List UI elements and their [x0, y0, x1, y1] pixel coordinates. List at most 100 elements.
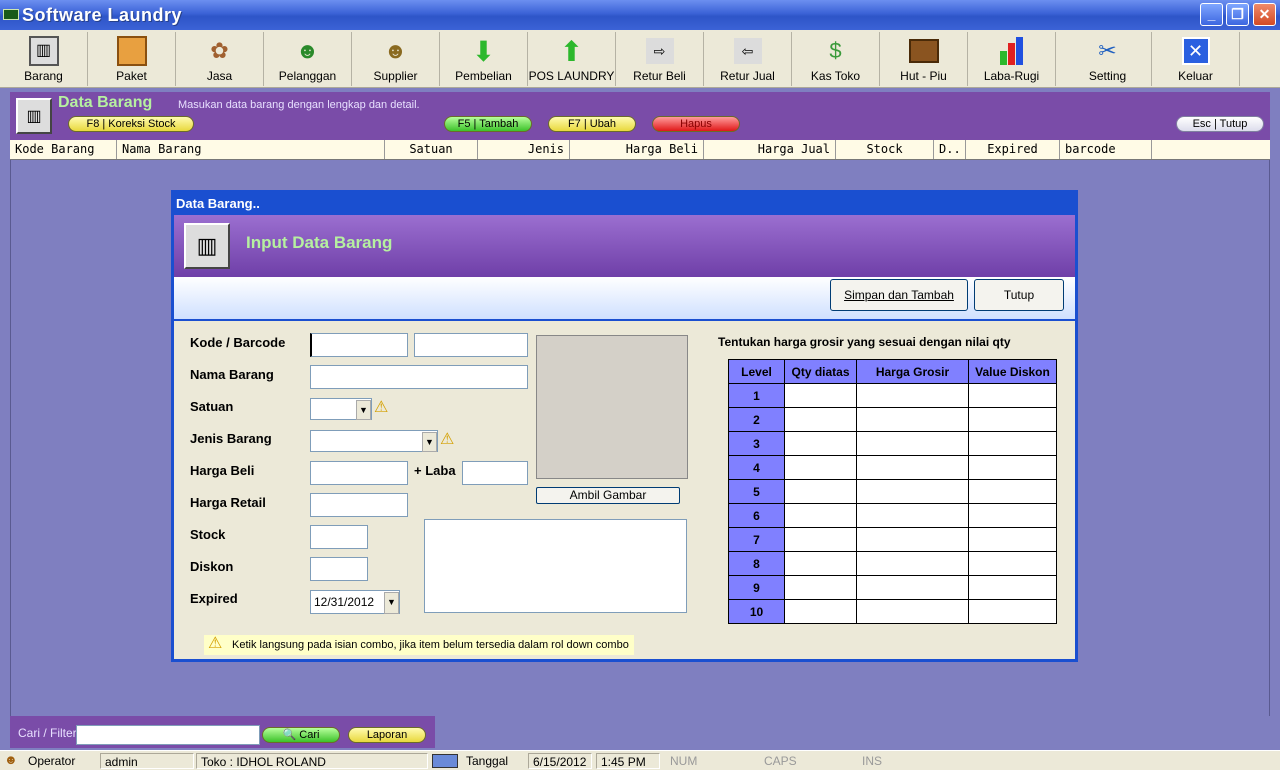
column-expired[interactable]: Expired	[966, 140, 1060, 159]
grosir-row[interactable]: 7	[728, 527, 1057, 552]
grosir-diskon-cell[interactable]	[968, 599, 1057, 624]
kode-input[interactable]	[310, 333, 408, 357]
toolbar-retur-beli-button[interactable]: ⇨ Retur Beli	[616, 32, 704, 86]
column-stock[interactable]: Stock	[836, 140, 934, 159]
column-diskon[interactable]: D..	[934, 140, 966, 159]
grosir-qty-cell[interactable]	[784, 455, 857, 480]
grosir-harga-cell[interactable]	[856, 407, 969, 432]
jenis-barang-combo[interactable]: ▼	[310, 430, 438, 452]
cari-button[interactable]: 🔍 Cari	[262, 727, 340, 743]
minimize-button[interactable]: _	[1200, 3, 1223, 26]
harga-retail-input[interactable]	[310, 493, 408, 517]
expired-date-picker[interactable]: 12/31/2012 ▼	[310, 590, 400, 614]
restore-button[interactable]: ❐	[1226, 3, 1249, 26]
grosir-harga-cell[interactable]	[856, 503, 969, 528]
grosir-row[interactable]: 4	[728, 455, 1057, 480]
toolbar-retur-jual-button[interactable]: ⇦ Retur Jual	[704, 32, 792, 86]
toolbar-laba-rugi-button[interactable]: Laba-Rugi	[968, 32, 1056, 86]
toolbar-keluar-button[interactable]: ✕ Keluar	[1152, 32, 1240, 86]
column-kode-barang[interactable]: Kode Barang	[10, 140, 117, 159]
toolbar-barang-button[interactable]: ▥ Barang	[0, 32, 88, 86]
barcode-input[interactable]	[414, 333, 528, 357]
toolbar-pos-button[interactable]: ⬆ POS LAUNDRY	[528, 32, 616, 86]
grosir-qty-cell[interactable]	[784, 431, 857, 456]
grosir-qty-cell[interactable]	[784, 503, 857, 528]
search-input[interactable]	[76, 725, 260, 745]
stock-input[interactable]	[310, 525, 368, 549]
grosir-harga-cell[interactable]	[856, 479, 969, 504]
grosir-level-cell: 8	[728, 551, 785, 576]
grosir-row[interactable]: 8	[728, 551, 1057, 576]
harga-beli-input[interactable]	[310, 461, 408, 485]
simpan-tambah-button[interactable]: Simpan dan Tambah	[830, 279, 968, 311]
column-nama-barang[interactable]: Nama Barang	[117, 140, 385, 159]
hint-note: ⚠ Ketik langsung pada isian combo, jika …	[204, 635, 634, 655]
toolbar-pelanggan-button[interactable]: ☻ Pelanggan	[264, 32, 352, 86]
app-icon	[3, 9, 19, 20]
grosir-table[interactable]: Level Qty diatas Harga Grosir Value Disk…	[728, 359, 1057, 624]
chevron-down-icon[interactable]: ▼	[384, 592, 399, 614]
koreksi-stock-button[interactable]: F8 | Koreksi Stock	[68, 116, 194, 132]
grosir-diskon-cell[interactable]	[968, 479, 1057, 504]
grosir-row[interactable]: 5	[728, 479, 1057, 504]
keterangan-memo[interactable]	[424, 519, 687, 613]
grosir-row[interactable]: 3	[728, 431, 1057, 456]
laporan-button[interactable]: Laporan	[348, 727, 426, 743]
ubah-button[interactable]: F7 | Ubah	[548, 116, 636, 132]
grosir-harga-cell[interactable]	[856, 575, 969, 600]
column-jenis[interactable]: Jenis	[478, 140, 570, 159]
column-barcode[interactable]: barcode	[1060, 140, 1152, 159]
tambah-button[interactable]: F5 | Tambah	[444, 116, 532, 132]
laba-input[interactable]	[462, 461, 528, 485]
toolbar-paket-button[interactable]: Paket	[88, 32, 176, 86]
grosir-diskon-cell[interactable]	[968, 527, 1057, 552]
grosir-row[interactable]: 1	[728, 383, 1057, 408]
column-harga-beli[interactable]: Harga Beli	[570, 140, 704, 159]
grosir-qty-cell[interactable]	[784, 479, 857, 504]
grosir-diskon-cell[interactable]	[968, 575, 1057, 600]
arrow-down-icon: ⬇	[471, 35, 496, 67]
grosir-qty-cell[interactable]	[784, 407, 857, 432]
grosir-harga-cell[interactable]	[856, 527, 969, 552]
toolbar-supplier-button[interactable]: ☻ Supplier	[352, 32, 440, 86]
esc-tutup-button[interactable]: Esc | Tutup	[1176, 116, 1264, 132]
ambil-gambar-button[interactable]: Ambil Gambar	[536, 487, 680, 504]
column-satuan[interactable]: Satuan	[385, 140, 478, 159]
chevron-down-icon[interactable]: ▼	[356, 400, 371, 420]
grosir-harga-cell[interactable]	[856, 431, 969, 456]
grosir-diskon-cell[interactable]	[968, 431, 1057, 456]
toolbar-kas-toko-button[interactable]: $ Kas Toko	[792, 32, 880, 86]
status-role: Operator	[28, 754, 76, 768]
column-harga-jual[interactable]: Harga Jual	[704, 140, 836, 159]
grosir-qty-cell[interactable]	[784, 575, 857, 600]
toolbar-pembelian-button[interactable]: ⬇ Pembelian	[440, 32, 528, 86]
close-window-button[interactable]: ✕	[1253, 3, 1276, 26]
diskon-input[interactable]	[310, 557, 368, 581]
toolbar-hut-piu-button[interactable]: Hut - Piu	[880, 32, 968, 86]
grosir-diskon-cell[interactable]	[968, 551, 1057, 576]
grosir-harga-cell[interactable]	[856, 551, 969, 576]
satuan-combo[interactable]: ▼	[310, 398, 372, 420]
grosir-harga-cell[interactable]	[856, 383, 969, 408]
nama-barang-input[interactable]	[310, 365, 528, 389]
grosir-qty-cell[interactable]	[784, 527, 857, 552]
chevron-down-icon[interactable]: ▼	[422, 432, 437, 452]
hapus-button[interactable]: Hapus	[652, 116, 740, 132]
grosir-row[interactable]: 10	[728, 599, 1057, 624]
grosir-diskon-cell[interactable]	[968, 407, 1057, 432]
grosir-harga-cell[interactable]	[856, 455, 969, 480]
toolbar-setting-button[interactable]: ✂ Setting	[1064, 32, 1152, 86]
tutup-button[interactable]: Tutup	[974, 279, 1064, 311]
grosir-diskon-cell[interactable]	[968, 383, 1057, 408]
grosir-row[interactable]: 9	[728, 575, 1057, 600]
grosir-harga-cell[interactable]	[856, 599, 969, 624]
grosir-qty-cell[interactable]	[784, 551, 857, 576]
grosir-row[interactable]: 6	[728, 503, 1057, 528]
window-title: Software Laundry	[22, 5, 183, 25]
grosir-diskon-cell[interactable]	[968, 503, 1057, 528]
toolbar-jasa-button[interactable]: ✿ Jasa	[176, 32, 264, 86]
grosir-diskon-cell[interactable]	[968, 455, 1057, 480]
grosir-qty-cell[interactable]	[784, 383, 857, 408]
grosir-row[interactable]: 2	[728, 407, 1057, 432]
grosir-qty-cell[interactable]	[784, 599, 857, 624]
